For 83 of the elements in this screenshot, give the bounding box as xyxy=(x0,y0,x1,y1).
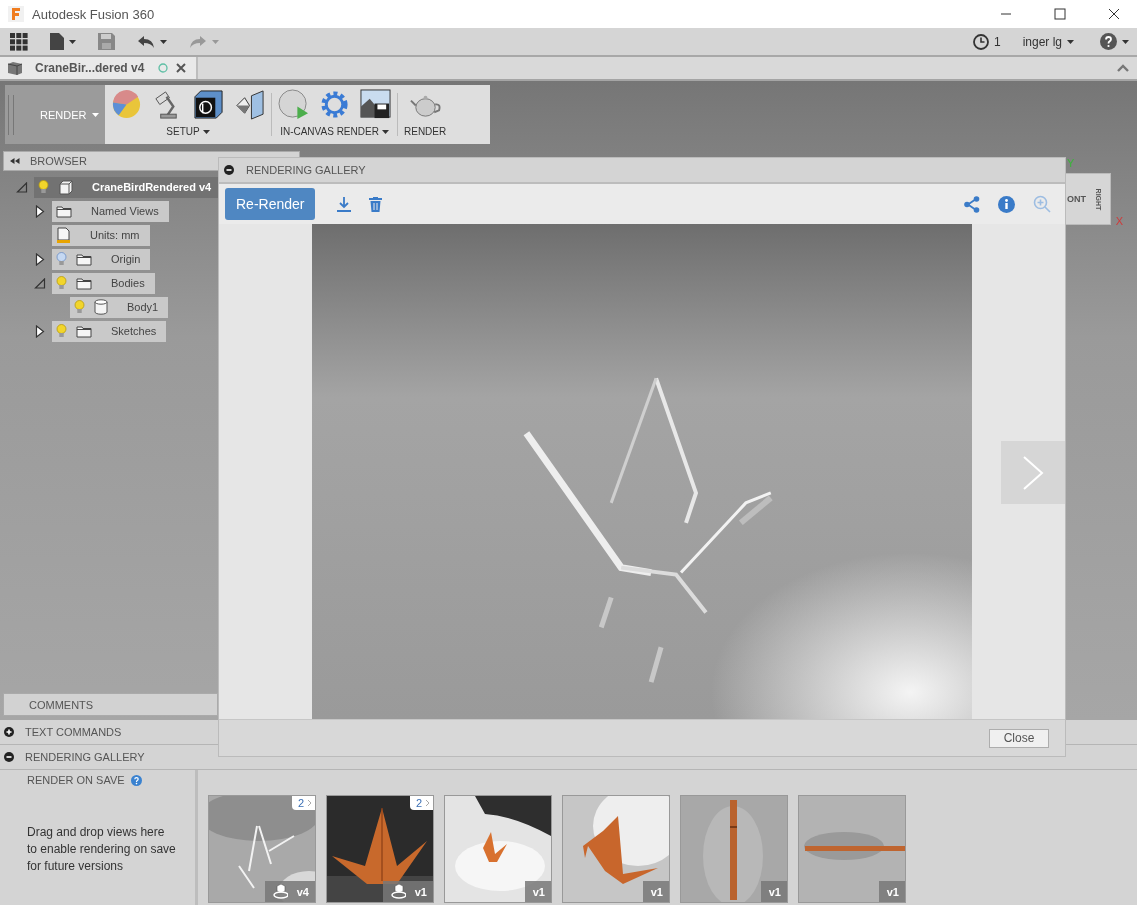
rendering-thumbnail[interactable]: 2 v4 xyxy=(208,795,316,903)
play-sphere-icon[interactable] xyxy=(278,89,309,120)
version-label: v1 xyxy=(886,885,899,898)
version-label: v1 xyxy=(414,885,427,898)
texture-map-icon[interactable] xyxy=(234,89,265,120)
collapse-icon[interactable] xyxy=(224,165,234,175)
version-label: v1 xyxy=(650,885,663,898)
tool-group-menu[interactable]: SETUP xyxy=(166,126,210,137)
caret-icon xyxy=(202,129,210,134)
undo-button[interactable] xyxy=(137,34,167,49)
apps-grid-icon[interactable] xyxy=(10,32,28,51)
folder-icon xyxy=(76,276,92,290)
panel-title: RENDERING GALLERY xyxy=(25,751,145,763)
caret-icon xyxy=(1122,39,1129,44)
minus-circle-icon[interactable] xyxy=(4,752,14,762)
version-label: v1 xyxy=(532,885,545,898)
caret-icon xyxy=(212,39,219,44)
rendering-thumbnail[interactable]: v1 xyxy=(798,795,906,903)
rendering-thumbnail[interactable]: v1 xyxy=(444,795,552,903)
file-menu-button[interactable] xyxy=(50,33,76,50)
browser-item[interactable]: Bodies xyxy=(52,272,155,294)
app-logo-icon xyxy=(8,6,24,22)
browser-item[interactable]: Body1 xyxy=(70,296,169,318)
user-menu-button[interactable]: inger lg xyxy=(1022,34,1074,49)
trash-icon[interactable] xyxy=(369,196,383,212)
browser-item[interactable]: Units: mm xyxy=(52,224,150,246)
document-tab[interactable]: CraneBir...dered v4 xyxy=(0,57,198,79)
count-badge[interactable]: 2 xyxy=(291,796,315,810)
comments-panel-header[interactable]: COMMENTS xyxy=(3,693,218,716)
close-icon[interactable] xyxy=(176,63,187,73)
document-ruler-icon xyxy=(56,226,71,244)
caret-icon xyxy=(69,39,76,44)
chevron-up-icon[interactable] xyxy=(1117,64,1129,72)
section-title: RENDER ON SAVE xyxy=(27,774,125,786)
panel-title: TEXT COMMANDS xyxy=(25,726,122,738)
caret-icon xyxy=(1067,39,1074,44)
tool-group-menu[interactable]: IN-CANVAS RENDER xyxy=(280,126,389,137)
expanded-triangle-icon[interactable] xyxy=(34,277,46,289)
collapsed-triangle-icon[interactable] xyxy=(34,204,46,218)
instruction-text: Drag and drop views here to enable rendering on save for future versions xyxy=(27,824,177,875)
tool-group-menu[interactable]: RENDER xyxy=(404,126,447,137)
cylinder-icon xyxy=(94,299,108,315)
browser-item[interactable]: Named Views xyxy=(52,200,169,222)
save-icon[interactable] xyxy=(98,33,115,50)
decal-cube-icon[interactable] xyxy=(193,89,224,120)
info-icon[interactable] xyxy=(998,195,1015,213)
collapse-arrows-icon[interactable] xyxy=(10,158,20,164)
settings-icon[interactable] xyxy=(319,89,350,120)
status-circle-icon xyxy=(158,63,169,73)
rendering-thumbnail[interactable]: v1 xyxy=(680,795,788,903)
help-button[interactable] xyxy=(1100,33,1129,50)
rendering-thumbnail[interactable]: v1 xyxy=(562,795,670,903)
browser-item[interactable]: Origin xyxy=(52,248,151,270)
dialog-header: RENDERING GALLERY xyxy=(219,158,1065,184)
maximize-icon[interactable] xyxy=(1054,8,1066,20)
folder-icon xyxy=(56,204,72,218)
plus-circle-icon[interactable] xyxy=(4,727,14,737)
collapsed-triangle-icon[interactable] xyxy=(34,324,46,338)
component-cube-icon xyxy=(58,179,73,195)
close-icon[interactable] xyxy=(1108,8,1120,20)
color-sphere-icon[interactable] xyxy=(111,89,142,120)
design-cube-icon xyxy=(7,60,23,76)
rendering-thumbnail[interactable]: 2 v1 xyxy=(326,795,434,903)
chevron-right-icon xyxy=(1022,454,1044,491)
caret-icon xyxy=(381,129,389,134)
re-render-button[interactable]: Re-Render xyxy=(225,188,316,220)
version-label: v4 xyxy=(296,885,309,898)
folder-icon xyxy=(76,324,92,338)
download-icon[interactable] xyxy=(337,196,352,212)
help-icon[interactable] xyxy=(130,774,142,786)
count-badge[interactable]: 2 xyxy=(409,796,433,810)
caret-icon xyxy=(92,112,100,117)
close-button[interactable]: Close xyxy=(989,728,1049,748)
caret-icon xyxy=(160,39,167,44)
image-save-icon[interactable] xyxy=(360,89,391,120)
version-label: v1 xyxy=(768,885,781,898)
expanded-triangle-icon[interactable] xyxy=(16,181,28,193)
light-bulb-icon[interactable] xyxy=(38,179,49,195)
folder-icon xyxy=(76,252,92,266)
window-title: Autodesk Fusion 360 xyxy=(32,6,155,22)
collapsed-triangle-icon[interactable] xyxy=(34,252,46,266)
share-icon[interactable] xyxy=(964,195,980,213)
browser-item[interactable]: Sketches xyxy=(52,320,167,342)
